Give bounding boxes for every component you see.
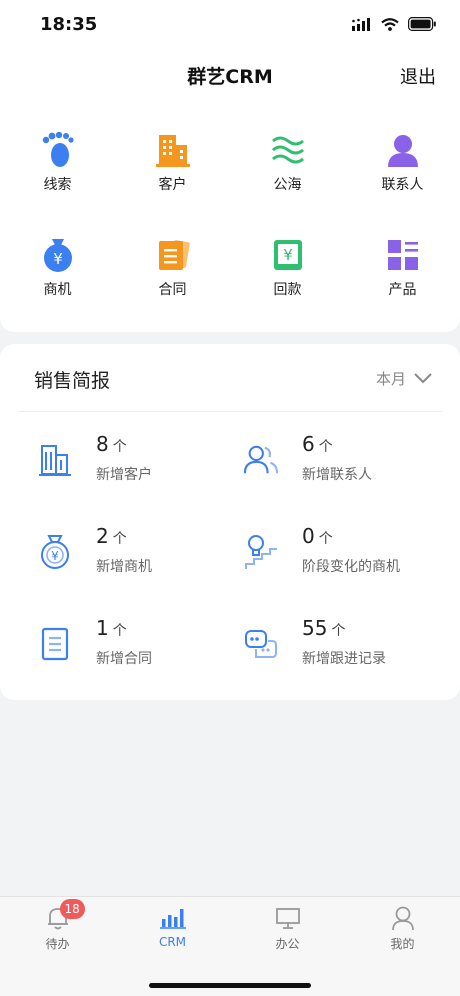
stat-stage-changed-opportunities[interactable]: 0个 阶段变化的商机: [244, 524, 444, 584]
logout-button[interactable]: 退出: [400, 63, 436, 89]
module-grid: 线索 客户 公海 联系人 ¥ 商机 合同 ¥ 回款 产品: [0, 98, 460, 342]
stat-label: 新增联系人: [302, 467, 372, 483]
stat-value-row: 55 个: [302, 616, 345, 640]
todo-count-badge: 18: [59, 899, 85, 919]
module-label: 客户: [158, 177, 187, 193]
stat-label: 阶段变化的商机: [302, 559, 400, 575]
module-customers[interactable]: 客户: [115, 132, 230, 237]
stat-unit: 个: [318, 531, 333, 547]
tab-label: CRM: [158, 935, 187, 949]
stat-value: 8: [96, 432, 109, 456]
stat-new-contacts[interactable]: 6个 新增联系人: [244, 432, 444, 492]
svg-text:¥: ¥: [51, 549, 59, 563]
tab-office[interactable]: 办公: [230, 905, 345, 952]
nav-bar: 群艺CRM 退出: [0, 50, 460, 98]
bell-icon: 18: [44, 899, 85, 931]
stat-label: 新增客户: [96, 467, 152, 483]
svg-text:¥: ¥: [283, 246, 293, 264]
stat-value-row: 8个: [96, 432, 127, 456]
contract-icon: [155, 237, 191, 273]
monitor-icon: [274, 905, 302, 931]
module-public-pool[interactable]: 公海: [230, 132, 345, 237]
tab-label: 待办: [45, 937, 70, 951]
module-label: 联系人: [381, 177, 424, 193]
stat-unit: 个: [112, 623, 127, 639]
followup-icon: [244, 626, 278, 662]
money-bag-outline-icon: ¥: [38, 534, 72, 570]
period-label: 本月: [375, 370, 406, 388]
stat-value-row: 6个: [302, 432, 333, 456]
module-products[interactable]: 产品: [345, 237, 460, 342]
module-label: 公海: [273, 177, 302, 193]
tab-todo[interactable]: 18 待办: [0, 899, 115, 952]
sales-report-title: 销售简报: [34, 370, 111, 392]
module-opportunities[interactable]: ¥ 商机: [0, 237, 115, 342]
module-contracts[interactable]: 合同: [115, 237, 230, 342]
status-bar: 18:35: [0, 0, 460, 50]
product-grid-icon: [385, 237, 421, 273]
module-label: 商机: [43, 282, 72, 298]
battery-icon: [408, 16, 436, 35]
stat-label: 新增合同: [96, 651, 152, 667]
stat-label: 新增商机: [96, 559, 152, 575]
period-selector[interactable]: 本月: [376, 368, 432, 389]
module-payments[interactable]: ¥ 回款: [230, 237, 345, 342]
wifi-icon: [381, 16, 399, 35]
stat-value-row: 0个: [302, 524, 333, 548]
status-icons: [352, 16, 436, 35]
module-label: 回款: [273, 282, 302, 298]
chevron-down-icon: [414, 370, 432, 388]
cellular-signal-icon: [352, 16, 372, 35]
bulb-stairs-icon: [244, 534, 278, 570]
footprint-icon: [40, 132, 76, 168]
module-card: 线索 客户 公海 联系人 ¥ 商机 合同 ¥ 回款 产品: [0, 98, 460, 332]
module-contacts[interactable]: 联系人: [345, 132, 460, 237]
stat-label: 新增跟进记录: [302, 651, 386, 667]
building-outline-icon: [38, 442, 72, 478]
tab-label: 我的: [390, 937, 415, 951]
page-title: 群艺CRM: [187, 66, 273, 88]
waves-icon: [270, 132, 306, 168]
stat-unit: 个: [112, 531, 127, 547]
home-indicator: [149, 983, 311, 988]
stat-unit: 个: [331, 623, 346, 639]
bar-chart-icon: [159, 905, 187, 931]
module-label: 合同: [158, 282, 187, 298]
sales-report-header: 销售简报 本月: [18, 344, 442, 412]
stat-value-row: 2个: [96, 524, 127, 548]
person-icon: [385, 132, 421, 168]
payment-icon: ¥: [270, 237, 306, 273]
stat-value: 2: [96, 524, 109, 548]
module-label: 线索: [43, 177, 72, 193]
module-leads[interactable]: 线索: [0, 132, 115, 237]
document-outline-icon: [38, 626, 72, 662]
tab-crm[interactable]: CRM: [115, 905, 230, 949]
stat-unit: 个: [318, 439, 333, 455]
tab-bar: 18 待办 CRM 办公 我的: [0, 896, 460, 996]
stat-new-followups[interactable]: 55 个 新增跟进记录: [244, 616, 444, 676]
contacts-outline-icon: [244, 442, 278, 478]
stat-new-opportunities[interactable]: ¥ 2个 新增商机: [38, 524, 238, 584]
stat-new-customers[interactable]: 8个 新增客户: [38, 432, 238, 492]
building-icon: [155, 132, 191, 168]
stat-value: 55: [302, 616, 328, 640]
stat-value-row: 1个: [96, 616, 127, 640]
tab-label: 办公: [275, 937, 300, 951]
stat-value: 1: [96, 616, 109, 640]
user-icon: [389, 905, 417, 931]
stat-value: 6: [302, 432, 315, 456]
status-time: 18:35: [40, 14, 98, 35]
tab-mine[interactable]: 我的: [345, 905, 460, 952]
money-bag-icon: ¥: [40, 237, 76, 273]
stat-new-contracts[interactable]: 1个 新增合同: [38, 616, 238, 676]
stat-value: 0: [302, 524, 315, 548]
module-label: 产品: [388, 282, 417, 298]
stat-unit: 个: [112, 439, 127, 455]
svg-text:¥: ¥: [53, 250, 63, 268]
sales-report-card: 销售简报 本月 8个 新增客户 6个 新增联系人 ¥ 2个 新增商机 0个 阶段…: [0, 344, 460, 700]
